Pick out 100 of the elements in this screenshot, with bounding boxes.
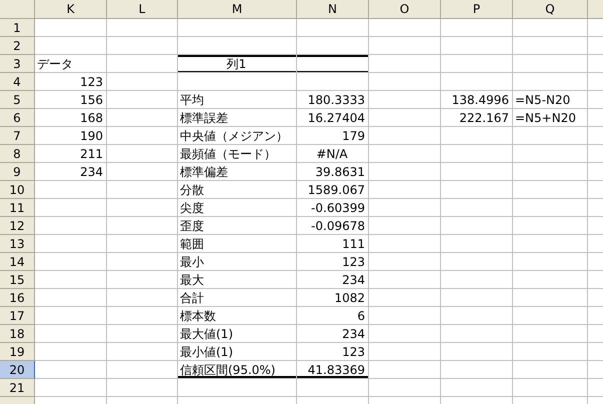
table-cell[interactable]: 最小 — [178, 253, 297, 271]
empty-cell[interactable] — [107, 199, 178, 217]
table-cell[interactable]: 最大 — [178, 271, 297, 289]
empty-cell[interactable] — [297, 55, 369, 73]
empty-cell[interactable] — [369, 235, 441, 253]
empty-cell[interactable] — [513, 199, 588, 217]
table-cell[interactable]: 180.3333 — [297, 91, 369, 109]
empty-cell[interactable] — [441, 325, 513, 343]
empty-cell[interactable] — [513, 325, 588, 343]
empty-cell[interactable] — [107, 271, 178, 289]
empty-cell[interactable] — [369, 289, 441, 307]
row-header[interactable]: 5 — [0, 91, 35, 109]
empty-cell[interactable] — [369, 37, 441, 55]
empty-cell[interactable] — [369, 379, 441, 397]
column-header[interactable]: P — [441, 0, 513, 19]
row-header[interactable]: 19 — [0, 343, 35, 361]
row-header[interactable]: 21 — [0, 379, 35, 397]
empty-cell[interactable] — [178, 379, 297, 397]
empty-cell[interactable] — [441, 55, 513, 73]
empty-cell[interactable] — [369, 127, 441, 145]
column-header[interactable]: K — [35, 0, 107, 19]
row-header[interactable]: 13 — [0, 235, 35, 253]
row-header[interactable]: 2 — [0, 37, 35, 55]
table-cell[interactable]: 41.83369 — [297, 361, 369, 379]
table-cell[interactable]: 標本数 — [178, 307, 297, 325]
empty-cell[interactable] — [441, 217, 513, 235]
empty-cell[interactable] — [107, 163, 178, 181]
table-cell[interactable]: 190 — [35, 127, 107, 145]
table-cell[interactable]: -0.09678 — [297, 217, 369, 235]
row-header[interactable]: 12 — [0, 217, 35, 235]
empty-cell[interactable] — [178, 19, 297, 37]
empty-cell[interactable] — [441, 361, 513, 379]
table-cell[interactable]: 歪度 — [178, 217, 297, 235]
empty-cell[interactable] — [441, 73, 513, 91]
table-cell[interactable]: 234 — [35, 163, 107, 181]
table-cell[interactable]: 234 — [297, 271, 369, 289]
table-cell[interactable]: 合計 — [178, 289, 297, 307]
empty-cell[interactable] — [441, 307, 513, 325]
row-header[interactable]: 3 — [0, 55, 35, 73]
table-cell[interactable]: -0.60399 — [297, 199, 369, 217]
empty-cell[interactable] — [369, 253, 441, 271]
empty-cell[interactable] — [369, 91, 441, 109]
table-cell[interactable]: 最小値(1) — [178, 343, 297, 361]
empty-cell[interactable] — [369, 361, 441, 379]
row-header[interactable]: 9 — [0, 163, 35, 181]
row-header[interactable]: 10 — [0, 181, 35, 199]
row-header[interactable]: 14 — [0, 253, 35, 271]
empty-cell[interactable] — [107, 19, 178, 37]
empty-cell[interactable] — [513, 253, 588, 271]
empty-cell[interactable] — [107, 361, 178, 379]
table-cell[interactable]: 1082 — [297, 289, 369, 307]
table-cell[interactable]: 123 — [297, 253, 369, 271]
empty-cell[interactable] — [178, 73, 297, 91]
table-cell[interactable]: 信頼区間(95.0%) — [178, 361, 297, 379]
empty-cell[interactable] — [369, 343, 441, 361]
table-cell[interactable]: 平均 — [178, 91, 297, 109]
empty-cell[interactable] — [441, 379, 513, 397]
table-cell[interactable]: 123 — [297, 343, 369, 361]
empty-cell[interactable] — [369, 217, 441, 235]
empty-cell[interactable] — [369, 325, 441, 343]
empty-cell[interactable] — [441, 235, 513, 253]
table-cell[interactable]: 分散 — [178, 181, 297, 199]
empty-cell[interactable] — [513, 289, 588, 307]
row-header[interactable]: 20 — [0, 361, 35, 379]
empty-cell[interactable] — [513, 127, 588, 145]
row-header[interactable]: 16 — [0, 289, 35, 307]
row-header[interactable]: 18 — [0, 325, 35, 343]
empty-cell[interactable] — [513, 307, 588, 325]
empty-cell[interactable] — [107, 91, 178, 109]
empty-cell[interactable] — [513, 271, 588, 289]
empty-cell[interactable] — [369, 145, 441, 163]
table-cell[interactable]: 尖度 — [178, 199, 297, 217]
empty-cell[interactable] — [297, 73, 369, 91]
row-header[interactable]: 6 — [0, 109, 35, 127]
empty-cell[interactable] — [441, 145, 513, 163]
empty-cell[interactable] — [513, 235, 588, 253]
empty-cell[interactable] — [513, 73, 588, 91]
empty-cell[interactable] — [107, 343, 178, 361]
empty-cell[interactable] — [107, 37, 178, 55]
row-header[interactable]: 1 — [0, 19, 35, 37]
empty-cell[interactable] — [513, 343, 588, 361]
empty-cell[interactable] — [441, 163, 513, 181]
table-cell[interactable]: データ — [35, 55, 107, 73]
row-header[interactable]: 17 — [0, 307, 35, 325]
table-cell[interactable]: 138.4996 — [441, 91, 513, 109]
empty-cell[interactable] — [297, 37, 369, 55]
table-cell[interactable]: 168 — [35, 109, 107, 127]
table-cell[interactable]: 6 — [297, 307, 369, 325]
empty-cell[interactable] — [369, 73, 441, 91]
table-cell[interactable]: 156 — [35, 91, 107, 109]
table-cell[interactable]: 234 — [297, 325, 369, 343]
table-cell[interactable]: =N5+N20 — [513, 109, 588, 127]
column-header[interactable]: N — [297, 0, 369, 19]
table-cell[interactable]: 111 — [297, 235, 369, 253]
table-cell[interactable]: 列1 — [178, 55, 297, 73]
empty-cell[interactable] — [297, 19, 369, 37]
empty-cell[interactable] — [369, 19, 441, 37]
empty-cell[interactable] — [441, 181, 513, 199]
empty-cell[interactable] — [513, 55, 588, 73]
column-header[interactable]: O — [369, 0, 441, 19]
